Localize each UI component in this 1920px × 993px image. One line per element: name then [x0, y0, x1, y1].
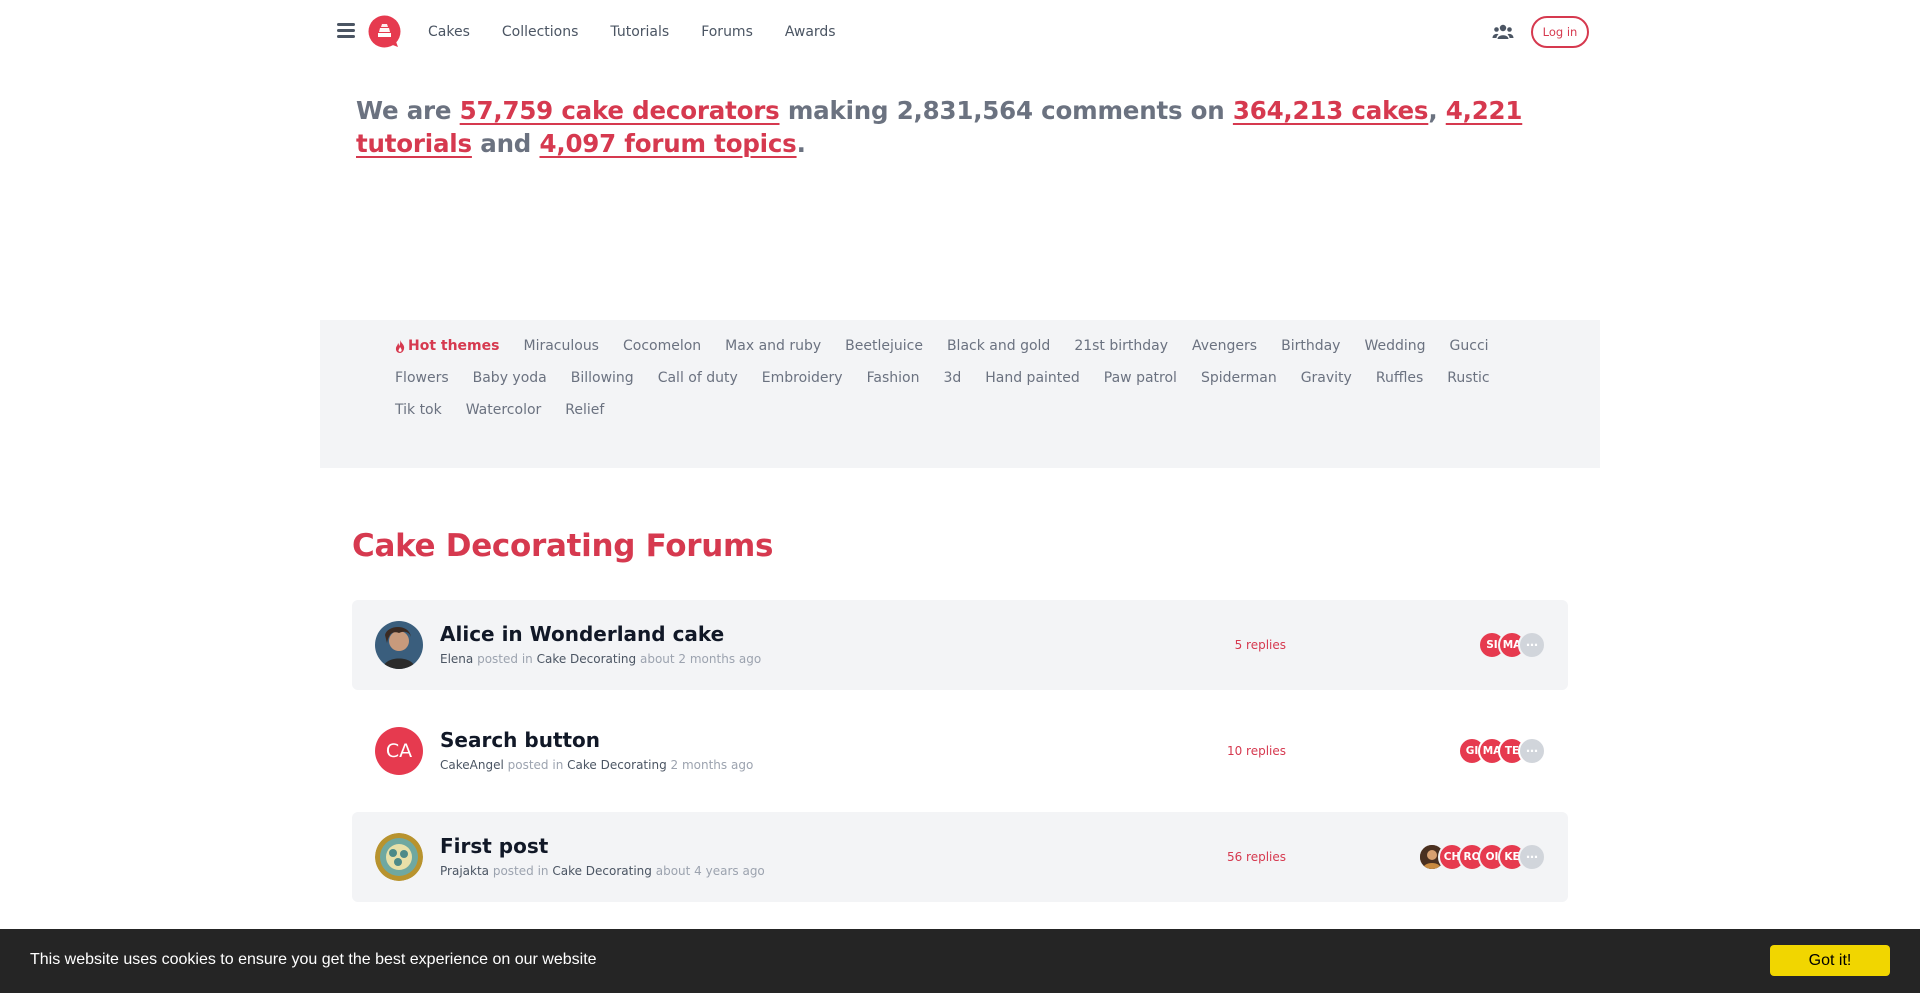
topic-author[interactable]: CakeAngel: [440, 758, 504, 772]
topic-time: about 2 months ago: [639, 652, 762, 666]
theme-link[interactable]: Wedding: [1364, 330, 1425, 362]
nav-link-collections[interactable]: Collections: [502, 24, 579, 40]
theme-link[interactable]: Beetlejuice: [845, 330, 923, 362]
theme-link[interactable]: Gucci: [1450, 330, 1489, 362]
nav-link-cakes[interactable]: Cakes: [428, 24, 470, 40]
topic-author[interactable]: Prajakta: [440, 864, 489, 878]
stats-text: .: [796, 129, 806, 158]
stats-text: ,: [1428, 96, 1446, 125]
replies-count[interactable]: 56 replies: [1227, 850, 1286, 864]
theme-link[interactable]: Hand painted: [985, 362, 1080, 394]
nav-link-tutorials[interactable]: Tutorials: [610, 24, 669, 40]
flame-icon: [395, 339, 405, 353]
posted-in-text: posted in: [492, 864, 549, 878]
theme-link[interactable]: Black and gold: [947, 330, 1050, 362]
participants-stack: ⋯ TE MA GI: [1458, 737, 1546, 765]
theme-link[interactable]: Watercolor: [466, 394, 542, 426]
more-participants-icon[interactable]: ⋯: [1518, 843, 1546, 871]
topic-meta: Prajakta posted in Cake Decorating about…: [440, 864, 765, 878]
cakes-link[interactable]: 364,213 cakes: [1233, 96, 1429, 125]
hot-themes-text: Hot themes: [408, 338, 500, 354]
topic-category[interactable]: Cake Decorating: [552, 864, 652, 878]
theme-link[interactable]: Miraculous: [523, 330, 599, 362]
theme-link[interactable]: Flowers: [395, 362, 449, 394]
topic-title[interactable]: Alice in Wonderland cake: [440, 622, 724, 646]
decorators-link[interactable]: 57,759 cake decorators: [460, 96, 780, 125]
topic-time: 2 months ago: [670, 758, 754, 772]
nav-link-awards[interactable]: Awards: [785, 24, 836, 40]
replies-count[interactable]: 5 replies: [1235, 638, 1286, 652]
hot-themes-label: Hot themes: [395, 330, 499, 362]
posted-in-text: posted in: [507, 758, 564, 772]
forum-topic-row[interactable]: CA Search button CakeAngel posted in Cak…: [352, 706, 1568, 796]
theme-link[interactable]: Billowing: [571, 362, 634, 394]
author-avatar[interactable]: [375, 833, 423, 881]
topic-category[interactable]: Cake Decorating: [567, 758, 667, 772]
more-participants-icon[interactable]: ⋯: [1518, 631, 1546, 659]
participants-stack: ⋯ KE OI RO CH: [1418, 843, 1546, 871]
cakesdecor-logo[interactable]: [368, 15, 401, 48]
theme-link[interactable]: Max and ruby: [725, 330, 821, 362]
topic-title[interactable]: Search button: [440, 728, 600, 752]
theme-link[interactable]: Avengers: [1192, 330, 1257, 362]
site-stats: We are 57,759 cake decorators making 2,8…: [356, 94, 1576, 160]
forum-topic-row[interactable]: Alice in Wonderland cake Elena posted in…: [352, 600, 1568, 690]
more-participants-icon[interactable]: ⋯: [1518, 737, 1546, 765]
theme-link[interactable]: Cocomelon: [623, 330, 701, 362]
hot-themes-panel: Hot themes Miraculous Cocomelon Max and ru…: [320, 320, 1600, 468]
topic-time: about 4 years ago: [655, 864, 765, 878]
login-button[interactable]: Log in: [1531, 16, 1589, 48]
participants-stack: ⋯ MA SI: [1478, 631, 1546, 659]
stats-text: making 2,831,564 comments on: [779, 96, 1233, 125]
theme-list: Hot themes Miraculous Cocomelon Max and ru…: [395, 330, 1535, 426]
theme-link[interactable]: Rustic: [1447, 362, 1489, 394]
stats-text: and: [471, 129, 540, 158]
posted-in-text: posted in: [477, 652, 533, 666]
theme-link[interactable]: Birthday: [1281, 330, 1340, 362]
author-avatar[interactable]: [375, 621, 423, 669]
theme-link[interactable]: Tik tok: [395, 394, 442, 426]
menu-icon[interactable]: [337, 22, 355, 38]
top-nav: Cakes Collections Tutorials Forums Award…: [320, 0, 1600, 64]
stats-text: We are: [356, 96, 460, 125]
cookie-banner: This website uses cookies to ensure you …: [0, 929, 1920, 993]
topic-meta: CakeAngel posted in Cake Decorating 2 mo…: [440, 758, 753, 772]
theme-link[interactable]: Call of duty: [658, 362, 738, 394]
theme-link[interactable]: Relief: [565, 394, 604, 426]
replies-count[interactable]: 10 replies: [1227, 744, 1286, 758]
theme-link[interactable]: Embroidery: [762, 362, 843, 394]
main-nav-links: Cakes Collections Tutorials Forums Award…: [428, 0, 868, 64]
topic-author[interactable]: Elena: [440, 652, 473, 666]
topic-title[interactable]: First post: [440, 834, 548, 858]
author-avatar[interactable]: CA: [375, 727, 423, 775]
theme-link[interactable]: Paw patrol: [1104, 362, 1177, 394]
theme-link[interactable]: Ruffles: [1376, 362, 1423, 394]
theme-link[interactable]: Spiderman: [1201, 362, 1277, 394]
theme-link[interactable]: Fashion: [867, 362, 920, 394]
forums-heading: Cake Decorating Forums: [352, 528, 774, 564]
theme-link[interactable]: Baby yoda: [473, 362, 547, 394]
nav-link-forums[interactable]: Forums: [701, 24, 753, 40]
theme-link[interactable]: Gravity: [1301, 362, 1352, 394]
cookie-accept-button[interactable]: Got it!: [1770, 945, 1890, 976]
topic-meta: Elena posted in Cake Decorating about 2 …: [440, 652, 761, 666]
forum-topic-row[interactable]: First post Prajakta posted in Cake Decor…: [352, 812, 1568, 902]
theme-link[interactable]: 3d: [943, 362, 961, 394]
cookie-message: This website uses cookies to ensure you …: [30, 951, 597, 968]
theme-link[interactable]: 21st birthday: [1074, 330, 1168, 362]
users-icon[interactable]: [1492, 22, 1514, 42]
forum-topics-link[interactable]: 4,097 forum topics: [539, 129, 796, 158]
topic-category[interactable]: Cake Decorating: [537, 652, 637, 666]
